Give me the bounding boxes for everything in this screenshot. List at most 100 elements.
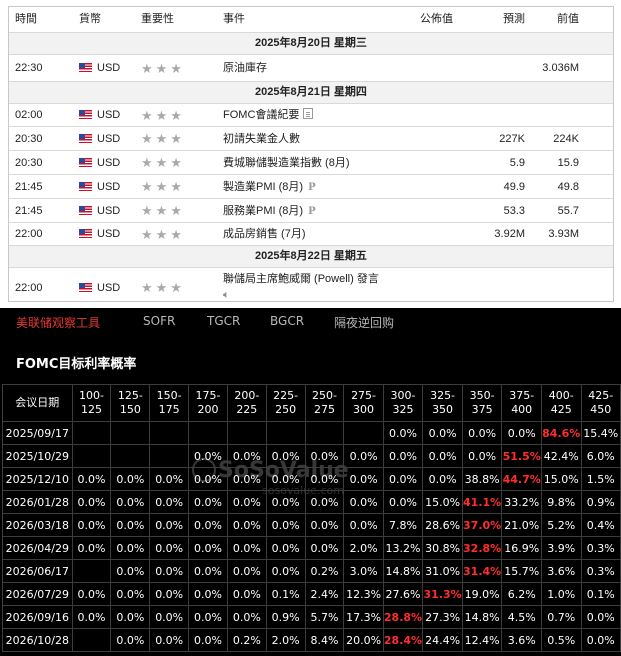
header-rate-range: 400- 425 [540, 384, 582, 422]
probability-cell: 19.0% [461, 582, 503, 606]
us-flag-icon [79, 182, 92, 191]
probability-cell: 0.0% [149, 467, 190, 491]
probability-cell: 0.0% [265, 444, 306, 468]
probability-cell: 0.0% [265, 536, 306, 560]
probability-cell: 28.6% [422, 513, 463, 537]
calendar-row[interactable]: 02:00 USD ★★★ FOMC會議紀要 [9, 104, 613, 127]
probability-cell: 5.2% [540, 513, 582, 537]
rate-range-high: 225 [236, 403, 258, 416]
probability-cell: 0.1% [265, 582, 306, 606]
rate-range-low: 150- [156, 389, 182, 402]
event-name[interactable]: 聯儲局主席鮑威爾 (Powell) 發言 [223, 273, 379, 285]
header-currency: 貨幣 [79, 13, 101, 25]
header-meeting-date: 会议日期 [2, 384, 73, 422]
calendar-row[interactable]: 22:30 USD ★★★ 原油庫存 3.036M [9, 55, 613, 82]
probability-cell: 0.3% [580, 559, 621, 583]
probability-cell: 0.0% [343, 513, 384, 537]
probability-cell: 12.4% [461, 628, 503, 652]
calendar-row[interactable]: 22:00 USD ★★★ 聯儲局主席鮑威爾 (Powell) 發言 🔈︎ [9, 268, 613, 301]
probability-cell: 0.0% [226, 605, 267, 629]
forecast-value: 5.9 [509, 157, 525, 169]
probability-cell: 0.0% [110, 605, 151, 629]
importance-stars: ★★★ [141, 61, 185, 76]
event-cell: 聯儲局主席鮑威爾 (Powell) 發言 🔈︎ [223, 271, 409, 301]
probability-cell: 0.0% [226, 490, 267, 514]
rate-range-low: 375- [509, 389, 535, 402]
probability-cell: 0.4% [580, 513, 621, 537]
probability-cell: 0.0% [265, 559, 306, 583]
day-separator: 2025年8月22日 星期五 [9, 246, 613, 268]
header-rate-range: 250- 275 [304, 384, 345, 422]
probability-cell: 20.0% [343, 628, 384, 652]
header-actual: 公佈值 [420, 13, 453, 25]
probability-cell: 51.5% [501, 444, 542, 468]
probability-cell: 14.8% [382, 559, 424, 583]
probability-cell: 0.0% [343, 444, 384, 468]
previous-value: 3.036M [542, 62, 579, 74]
speaker-icon[interactable]: 🔈︎ [223, 287, 230, 301]
probability-cell: 38.8% [461, 467, 503, 491]
forecast-value: 227K [499, 133, 525, 145]
probability-cell: 0.0% [304, 536, 345, 560]
probability-cell: 27.3% [422, 605, 463, 629]
calendar-row[interactable]: 20:30 USD ★★★ 初請失業金人數 227K 224K [9, 127, 613, 151]
tab-tgcr[interactable]: TGCR [207, 314, 240, 328]
tab-fed-watch[interactable]: 美联储观察工具 [16, 314, 100, 331]
probability-cell: 0.0% [188, 444, 228, 468]
calendar-row[interactable]: 20:30 USD ★★★ 費城聯儲製造業指數 (8月) 5.9 15.9 [9, 151, 613, 175]
table-row: 2026/04/29 0.0% 0.0% 0.0% 0.0% 0.0% 0.0% 0.0% 2.… [2, 536, 621, 560]
probability-cell: 15.7% [501, 559, 542, 583]
table-header-row: 会议日期 100- 125 125- 150 150- 175 175- 200 200- 225 2… [2, 384, 621, 422]
probability-cell: 0.0% [149, 559, 190, 583]
event-name[interactable]: 製造業PMI (8月) [223, 181, 303, 193]
probability-cell: 6.2% [501, 582, 542, 606]
probability-cell: 0.0% [226, 513, 267, 537]
currency-cell: USD [79, 199, 139, 223]
tab-bgcr[interactable]: BGCR [270, 314, 304, 328]
currency-code: USD [97, 228, 121, 240]
probability-cell: 3.9% [540, 536, 582, 560]
importance-stars: ★★★ [141, 179, 185, 194]
probability-cell: 32.8% [461, 536, 503, 560]
event-name[interactable]: 成品房銷售 (7月) [223, 223, 409, 246]
fed-watch-panel: 美联储观察工具 SOFR TGCR BGCR 隔夜逆回购 FOMC目标利率概率 … [0, 308, 621, 656]
tab-sofr[interactable]: SOFR [143, 314, 175, 328]
rate-range-low: 325- [430, 389, 456, 402]
us-flag-icon [79, 229, 92, 238]
us-flag-icon [79, 63, 92, 72]
header-rate-range: 125- 150 [110, 384, 151, 422]
event-cell: FOMC會議紀要 [223, 104, 409, 127]
probability-cell: 0.0% [71, 467, 112, 491]
rate-range-low: 275- [351, 389, 377, 402]
probability-cell: 0.0% [110, 513, 151, 537]
meeting-date: 2025/09/17 [2, 421, 73, 445]
probability-cell: 0.0% [110, 582, 151, 606]
table-row: 2026/10/28 0.0% 0.0% 0.0% 0.2% 2.0% 8.4% 20.0% 2… [2, 628, 621, 652]
probability-cell [343, 421, 384, 445]
event-name[interactable]: 原油庫存 [223, 55, 409, 82]
probability-cell: 9.8% [540, 490, 582, 514]
event-name[interactable]: 服務業PMI (8月) [223, 205, 303, 217]
tab-overnight-reverse-repo[interactable]: 隔夜逆回购 [334, 314, 394, 331]
probability-cell: 3.0% [343, 559, 384, 583]
event-name[interactable]: FOMC會議紀要 [223, 109, 299, 121]
currency-cell: USD [79, 151, 139, 175]
calendar-row[interactable]: 21:45 USD ★★★ 製造業PMI (8月) P 49.9 49.8 [9, 175, 613, 199]
event-time: 21:45 [15, 181, 43, 193]
calendar-row[interactable]: 22:00 USD ★★★ 成品房銷售 (7月) 3.92M 3.93M [9, 223, 613, 246]
document-icon[interactable] [303, 108, 314, 119]
calendar-row[interactable]: 21:45 USD ★★★ 服務業PMI (8月) P 53.3 55.7 [9, 199, 613, 223]
header-rate-range: 275- 300 [343, 384, 384, 422]
event-name[interactable]: 費城聯儲製造業指數 (8月) [223, 151, 409, 175]
probability-cell: 3.6% [540, 559, 582, 583]
probability-cell: 2.4% [304, 582, 345, 606]
probability-cell: 0.0% [71, 605, 112, 629]
probability-cell: 0.0% [71, 582, 112, 606]
rate-range-high: 325 [392, 403, 414, 416]
probability-cell: 0.0% [188, 582, 228, 606]
probability-cell: 44.7% [501, 467, 542, 491]
probability-cell: 33.2% [501, 490, 542, 514]
currency-code: USD [97, 157, 121, 169]
event-name[interactable]: 初請失業金人數 [223, 127, 409, 151]
probability-cell: 28.8% [382, 605, 424, 629]
